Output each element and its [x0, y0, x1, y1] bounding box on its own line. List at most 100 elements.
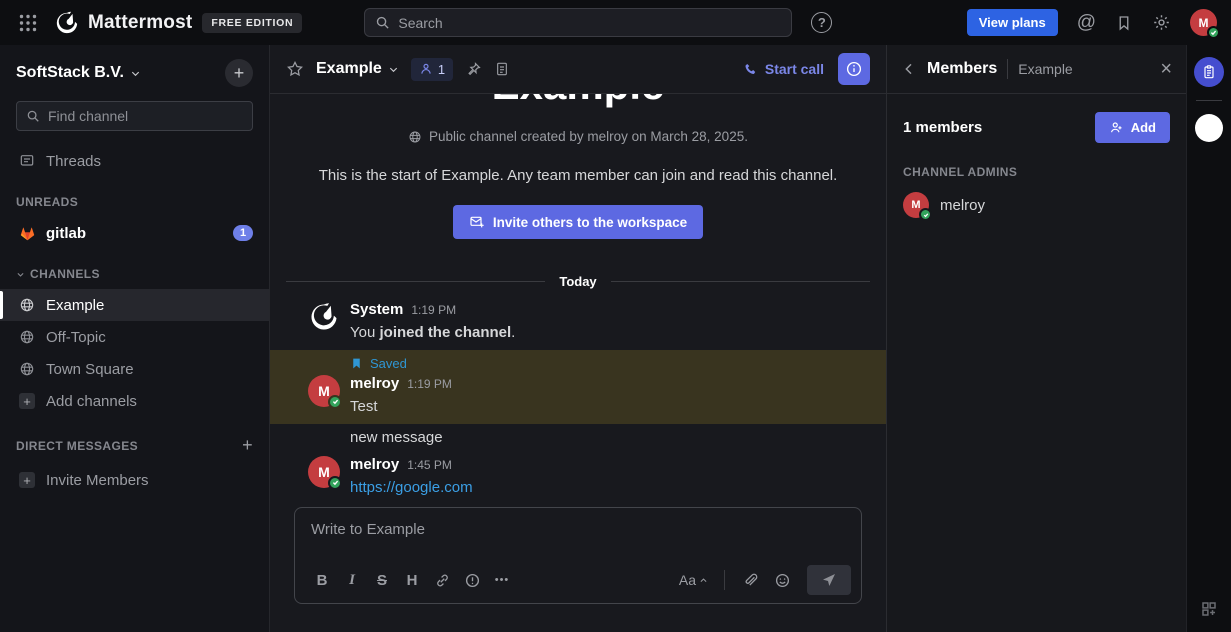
product-menu-icon[interactable]: [14, 9, 42, 37]
online-status-icon: [1207, 26, 1220, 39]
add-button-label: Add: [1131, 120, 1156, 135]
members-count-label: 1 members: [903, 119, 982, 136]
at-mention-icon[interactable]: @: [1077, 13, 1096, 32]
topbar-left: Mattermost FREE EDITION: [14, 9, 270, 37]
member-count-button[interactable]: 1: [411, 58, 453, 81]
message-link[interactable]: M melroy 1:45 PM https://google.com: [270, 452, 886, 499]
priority-icon[interactable]: [459, 568, 485, 592]
avatar-initial: M: [1199, 16, 1209, 30]
search-icon: [26, 109, 40, 123]
apps-icon[interactable]: [1200, 600, 1218, 618]
search-input[interactable]: [398, 15, 781, 31]
message-author[interactable]: System: [350, 301, 403, 318]
message-system[interactable]: System 1:19 PM You joined the channel.: [270, 297, 886, 344]
sidebar-item-threads[interactable]: Threads: [0, 145, 269, 177]
message-author[interactable]: melroy: [350, 375, 399, 392]
panel-subtitle: Example: [1018, 61, 1072, 77]
topbar-center: ?: [270, 8, 967, 37]
sidebar-item-town-square[interactable]: Town Square: [0, 353, 269, 385]
sidebar-item-example[interactable]: Example: [0, 289, 269, 321]
chevron-down-icon: [16, 270, 25, 279]
date-label[interactable]: Today: [545, 274, 610, 289]
global-search[interactable]: [364, 8, 792, 37]
add-members-button[interactable]: Add: [1095, 112, 1170, 143]
app-rail: [1186, 45, 1231, 632]
direct-messages-header: DIRECT MESSAGES +: [0, 417, 269, 464]
pin-icon[interactable]: [465, 61, 482, 78]
date-divider: Today: [286, 274, 870, 289]
invite-others-button[interactable]: Invite others to the workspace: [453, 205, 703, 239]
add-member-icon: [1109, 120, 1124, 135]
user-avatar[interactable]: M: [1190, 9, 1217, 36]
member-count: 1: [438, 62, 445, 77]
add-channels-button[interactable]: + Add channels: [0, 385, 269, 417]
settings-icon[interactable]: [1152, 13, 1171, 32]
message-author[interactable]: melroy: [350, 456, 399, 473]
link-icon[interactable]: [429, 568, 455, 592]
close-icon[interactable]: ×: [1160, 59, 1172, 79]
user-avatar[interactable]: M: [308, 456, 340, 488]
star-icon[interactable]: [286, 60, 304, 78]
team-menu-button[interactable]: SoftStack B.V.: [16, 64, 141, 82]
sidebar-item-gitlab[interactable]: gitlab 1: [0, 217, 269, 249]
view-plans-button[interactable]: View plans: [967, 9, 1058, 36]
heading-button[interactable]: H: [399, 568, 425, 592]
boards-icon[interactable]: [1194, 57, 1224, 87]
sidebar-item-label: Off-Topic: [46, 329, 106, 346]
message-saved[interactable]: M melroy 1:19 PM Test: [270, 373, 886, 418]
message-link-url[interactable]: https://google.com: [350, 479, 473, 496]
saved-flag[interactable]: Saved: [270, 350, 886, 373]
send-icon: [821, 572, 837, 588]
member-row[interactable]: M melroy: [887, 185, 1186, 225]
message-input[interactable]: [311, 521, 845, 538]
global-header: Mattermost FREE EDITION ? View plans @ M: [0, 0, 1231, 45]
divider: [724, 570, 725, 590]
mattermost-logo: Mattermost: [54, 10, 192, 36]
channel-name-menu[interactable]: Example: [316, 60, 399, 78]
message-followup[interactable]: new message: [270, 427, 886, 446]
section-label: UNREADS: [16, 195, 78, 209]
phone-icon: [743, 62, 758, 77]
attach-icon[interactable]: [737, 568, 763, 592]
unreads-header: UNREADS: [0, 177, 269, 217]
sidebar-item-off-topic[interactable]: Off-Topic: [0, 321, 269, 353]
add-direct-message-button[interactable]: +: [242, 435, 253, 456]
envelope-plus-icon: [469, 214, 485, 230]
saved-posts-icon[interactable]: [1115, 14, 1133, 32]
strikethrough-button[interactable]: S: [369, 568, 395, 592]
mattermost-logo-icon: [54, 10, 80, 36]
more-formatting-button[interactable]: •••: [489, 568, 515, 592]
add-browse-channels-button[interactable]: +: [225, 59, 253, 87]
team-name: SoftStack B.V.: [16, 64, 124, 82]
emoji-icon[interactable]: [769, 568, 795, 592]
invite-members-button[interactable]: + Invite Members: [0, 464, 269, 496]
sidebar-item-label: Invite Members: [46, 472, 149, 489]
message-time: 1:19 PM: [411, 303, 456, 317]
message-text: You joined the channel.: [350, 322, 515, 344]
square-plus-icon: +: [18, 393, 36, 409]
italic-button[interactable]: I: [339, 568, 365, 592]
threads-icon: [18, 153, 36, 169]
globe-icon: [18, 329, 36, 345]
globe-icon: [18, 361, 36, 377]
channel-info-button[interactable]: [838, 53, 870, 85]
rail-app-avatar[interactable]: [1195, 114, 1223, 142]
find-channel-box[interactable]: [16, 101, 253, 131]
start-call-button[interactable]: Start call: [743, 61, 824, 77]
message-list[interactable]: Example Public channel created by melroy…: [270, 94, 886, 501]
help-icon[interactable]: ?: [811, 12, 832, 33]
bold-button[interactable]: B: [309, 568, 335, 592]
sidebar-item-label: Add channels: [46, 393, 137, 410]
section-label: DIRECT MESSAGES: [16, 439, 138, 453]
channels-header[interactable]: CHANNELS: [0, 249, 269, 289]
user-avatar[interactable]: M: [308, 375, 340, 407]
toggle-formatting-button[interactable]: Aa: [675, 572, 712, 588]
find-channel-input[interactable]: [48, 108, 243, 124]
back-icon[interactable]: [901, 61, 917, 77]
saved-label: Saved: [370, 356, 407, 371]
send-button[interactable]: [807, 565, 851, 595]
sidebar-item-label: gitlab: [46, 225, 86, 242]
unread-badge: 1: [233, 225, 253, 241]
message-composer[interactable]: B I S H ••• Aa: [294, 507, 862, 604]
files-icon[interactable]: [494, 61, 510, 77]
